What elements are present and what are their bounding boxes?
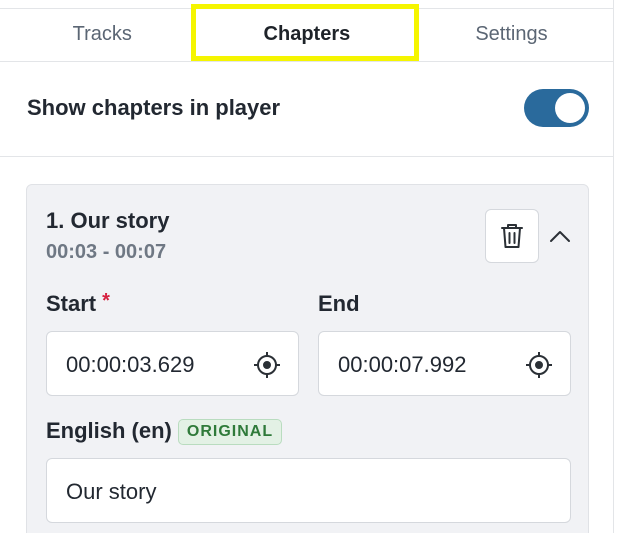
language-label: English (en) ORIGINAL: [46, 418, 283, 447]
tab-settings[interactable]: Settings: [409, 8, 614, 61]
crosshair-icon[interactable]: [252, 350, 282, 380]
tab-tracks[interactable]: Tracks: [0, 8, 205, 61]
chapter-title: 1. Our story: [46, 208, 170, 233]
chapter-title-value: Our story: [66, 479, 157, 504]
trash-icon: [501, 224, 523, 248]
end-time-value: 00:00:07.992: [338, 352, 467, 377]
show-chapters-toggle[interactable]: [524, 89, 589, 127]
end-label: End: [318, 291, 360, 316]
start-label: Start *: [46, 290, 110, 317]
start-label-text: Start: [46, 291, 97, 316]
language-label-text: English (en): [46, 418, 172, 443]
start-time-input[interactable]: 00:00:03.629: [46, 331, 299, 396]
end-time-input[interactable]: 00:00:07.992: [318, 331, 571, 396]
original-badge: ORIGINAL: [177, 419, 283, 445]
crosshair-icon[interactable]: [524, 350, 554, 380]
tab-bar: Tracks Chapters Settings: [0, 8, 614, 62]
show-chapters-label: Show chapters in player: [27, 95, 281, 120]
chevron-up-icon: [550, 231, 570, 242]
toggle-knob: [555, 93, 585, 123]
tab-chapters[interactable]: Chapters: [205, 8, 410, 61]
show-chapters-row: Show chapters in player: [0, 62, 614, 157]
chapters-panel: Tracks Chapters Settings Show chapters i…: [0, 0, 614, 533]
start-time-value: 00:00:03.629: [66, 352, 195, 377]
delete-chapter-button[interactable]: [485, 209, 539, 263]
required-marker: *: [102, 290, 110, 312]
chapter-title-input[interactable]: Our story: [46, 458, 571, 523]
chapter-card: 1. Our story 00:03 - 00:07 Start * 00:00:…: [26, 184, 589, 533]
collapse-chapter-button[interactable]: [543, 219, 577, 253]
chapter-time-range: 00:03 - 00:07: [46, 241, 167, 263]
